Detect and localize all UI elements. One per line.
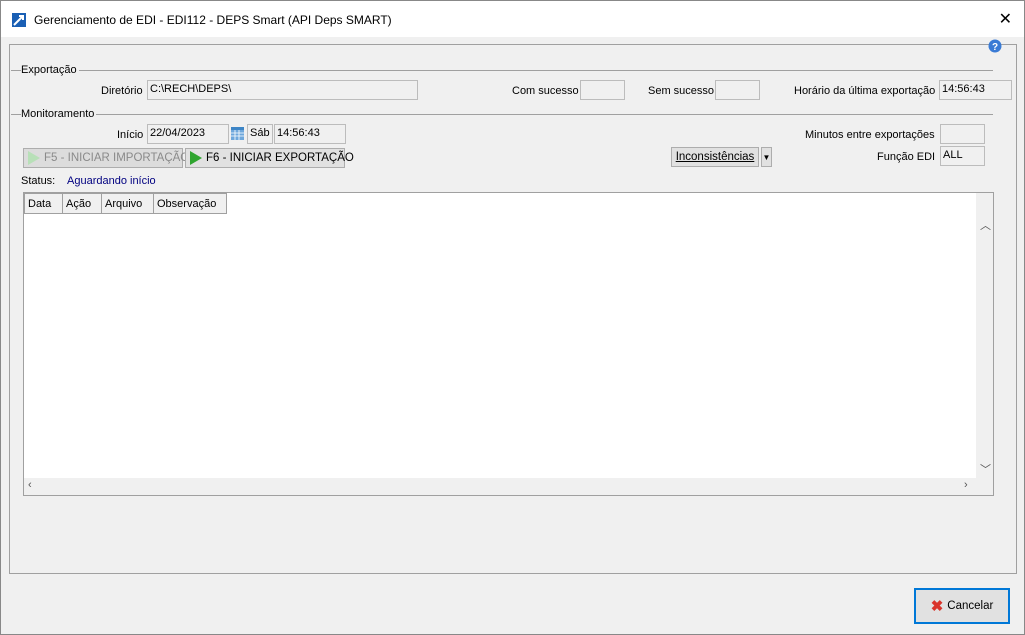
diretorio-label: Diretório — [101, 85, 143, 97]
inicio-label: Início — [117, 129, 144, 141]
minutos-field[interactable] — [940, 124, 985, 144]
vertical-scrollbar[interactable]: ︿ ﹀ — [976, 193, 993, 479]
window-title: Gerenciamento de EDI - EDI112 - DEPS Sma… — [34, 13, 392, 27]
iniciar-exportacao-label: F6 - INICIAR EXPORTAÇÃO — [206, 152, 354, 164]
inicio-date-field[interactable]: 22/04/2023 — [147, 124, 229, 144]
iniciar-importacao-label: F5 - INICIAR IMPORTAÇÃO — [44, 152, 190, 164]
calendar-icon[interactable] — [231, 127, 244, 140]
app-icon — [12, 13, 26, 27]
sem-sucesso-label: Sem sucesso — [648, 85, 715, 97]
edi-window: Gerenciamento de EDI - EDI112 - DEPS Sma… — [0, 0, 1025, 635]
column-header-observacao[interactable]: Observação — [153, 193, 227, 214]
play-icon — [190, 151, 202, 165]
sem-sucesso-field[interactable] — [715, 80, 760, 100]
scroll-up-icon[interactable]: ︿ — [980, 217, 991, 233]
scroll-down-icon[interactable]: ﹀ — [980, 461, 991, 477]
chevron-down-icon: ▼ — [762, 152, 771, 162]
iniciar-exportacao-button[interactable]: F6 - INICIAR EXPORTAÇÃO — [185, 148, 354, 168]
column-header-acao[interactable]: Ação — [62, 193, 102, 214]
inicio-hora-field[interactable]: 14:56:43 — [274, 124, 346, 144]
iniciar-importacao-button[interactable]: F5 - INICIAR IMPORTAÇÃO — [23, 148, 189, 168]
cancel-x-icon: ✖ — [930, 598, 944, 615]
inconsistencias-button[interactable]: Inconsistências — [671, 147, 759, 167]
status-value: Aguardando início — [67, 175, 156, 187]
inconsistencias-dropdown[interactable]: ▼ — [761, 147, 772, 167]
log-table[interactable]: Data Ação Arquivo Observação ︿ ﹀ ‹ › — [23, 192, 994, 496]
close-button[interactable]: ✕ — [999, 9, 1012, 29]
dia-semana-field: Sáb — [247, 124, 273, 144]
play-icon — [28, 151, 40, 165]
scroll-right-icon[interactable]: › — [964, 479, 968, 491]
exportacao-group-label: Exportação — [21, 64, 79, 76]
title-bar: Gerenciamento de EDI - EDI112 - DEPS Sma… — [1, 1, 1024, 37]
monitoramento-group-label: Monitoramento — [21, 108, 97, 120]
funcao-label: Função EDI — [877, 151, 936, 163]
status-label: Status: — [21, 175, 56, 187]
column-header-arquivo[interactable]: Arquivo — [101, 193, 154, 214]
minutos-label: Minutos entre exportações — [805, 129, 935, 141]
column-header-data[interactable]: Data — [24, 193, 63, 214]
horizontal-scrollbar[interactable]: ‹ › — [24, 478, 993, 495]
com-sucesso-label: Com sucesso — [512, 85, 579, 97]
cancelar-button[interactable]: ✖ Cancelar — [914, 588, 1010, 624]
com-sucesso-field[interactable] — [580, 80, 625, 100]
horario-field[interactable]: 14:56:43 — [939, 80, 1012, 100]
scroll-left-icon[interactable]: ‹ — [28, 479, 32, 491]
exportacao-divider — [11, 70, 993, 71]
funcao-field[interactable]: ALL — [940, 146, 985, 166]
help-icon[interactable]: ? — [988, 39, 1002, 53]
diretorio-field[interactable]: C:\RECH\DEPS\ — [147, 80, 418, 100]
cancelar-label: Cancelar — [947, 600, 994, 612]
monitoramento-divider — [11, 114, 993, 115]
horario-label: Horário da última exportação — [794, 85, 936, 97]
svg-text:?: ? — [992, 42, 998, 53]
